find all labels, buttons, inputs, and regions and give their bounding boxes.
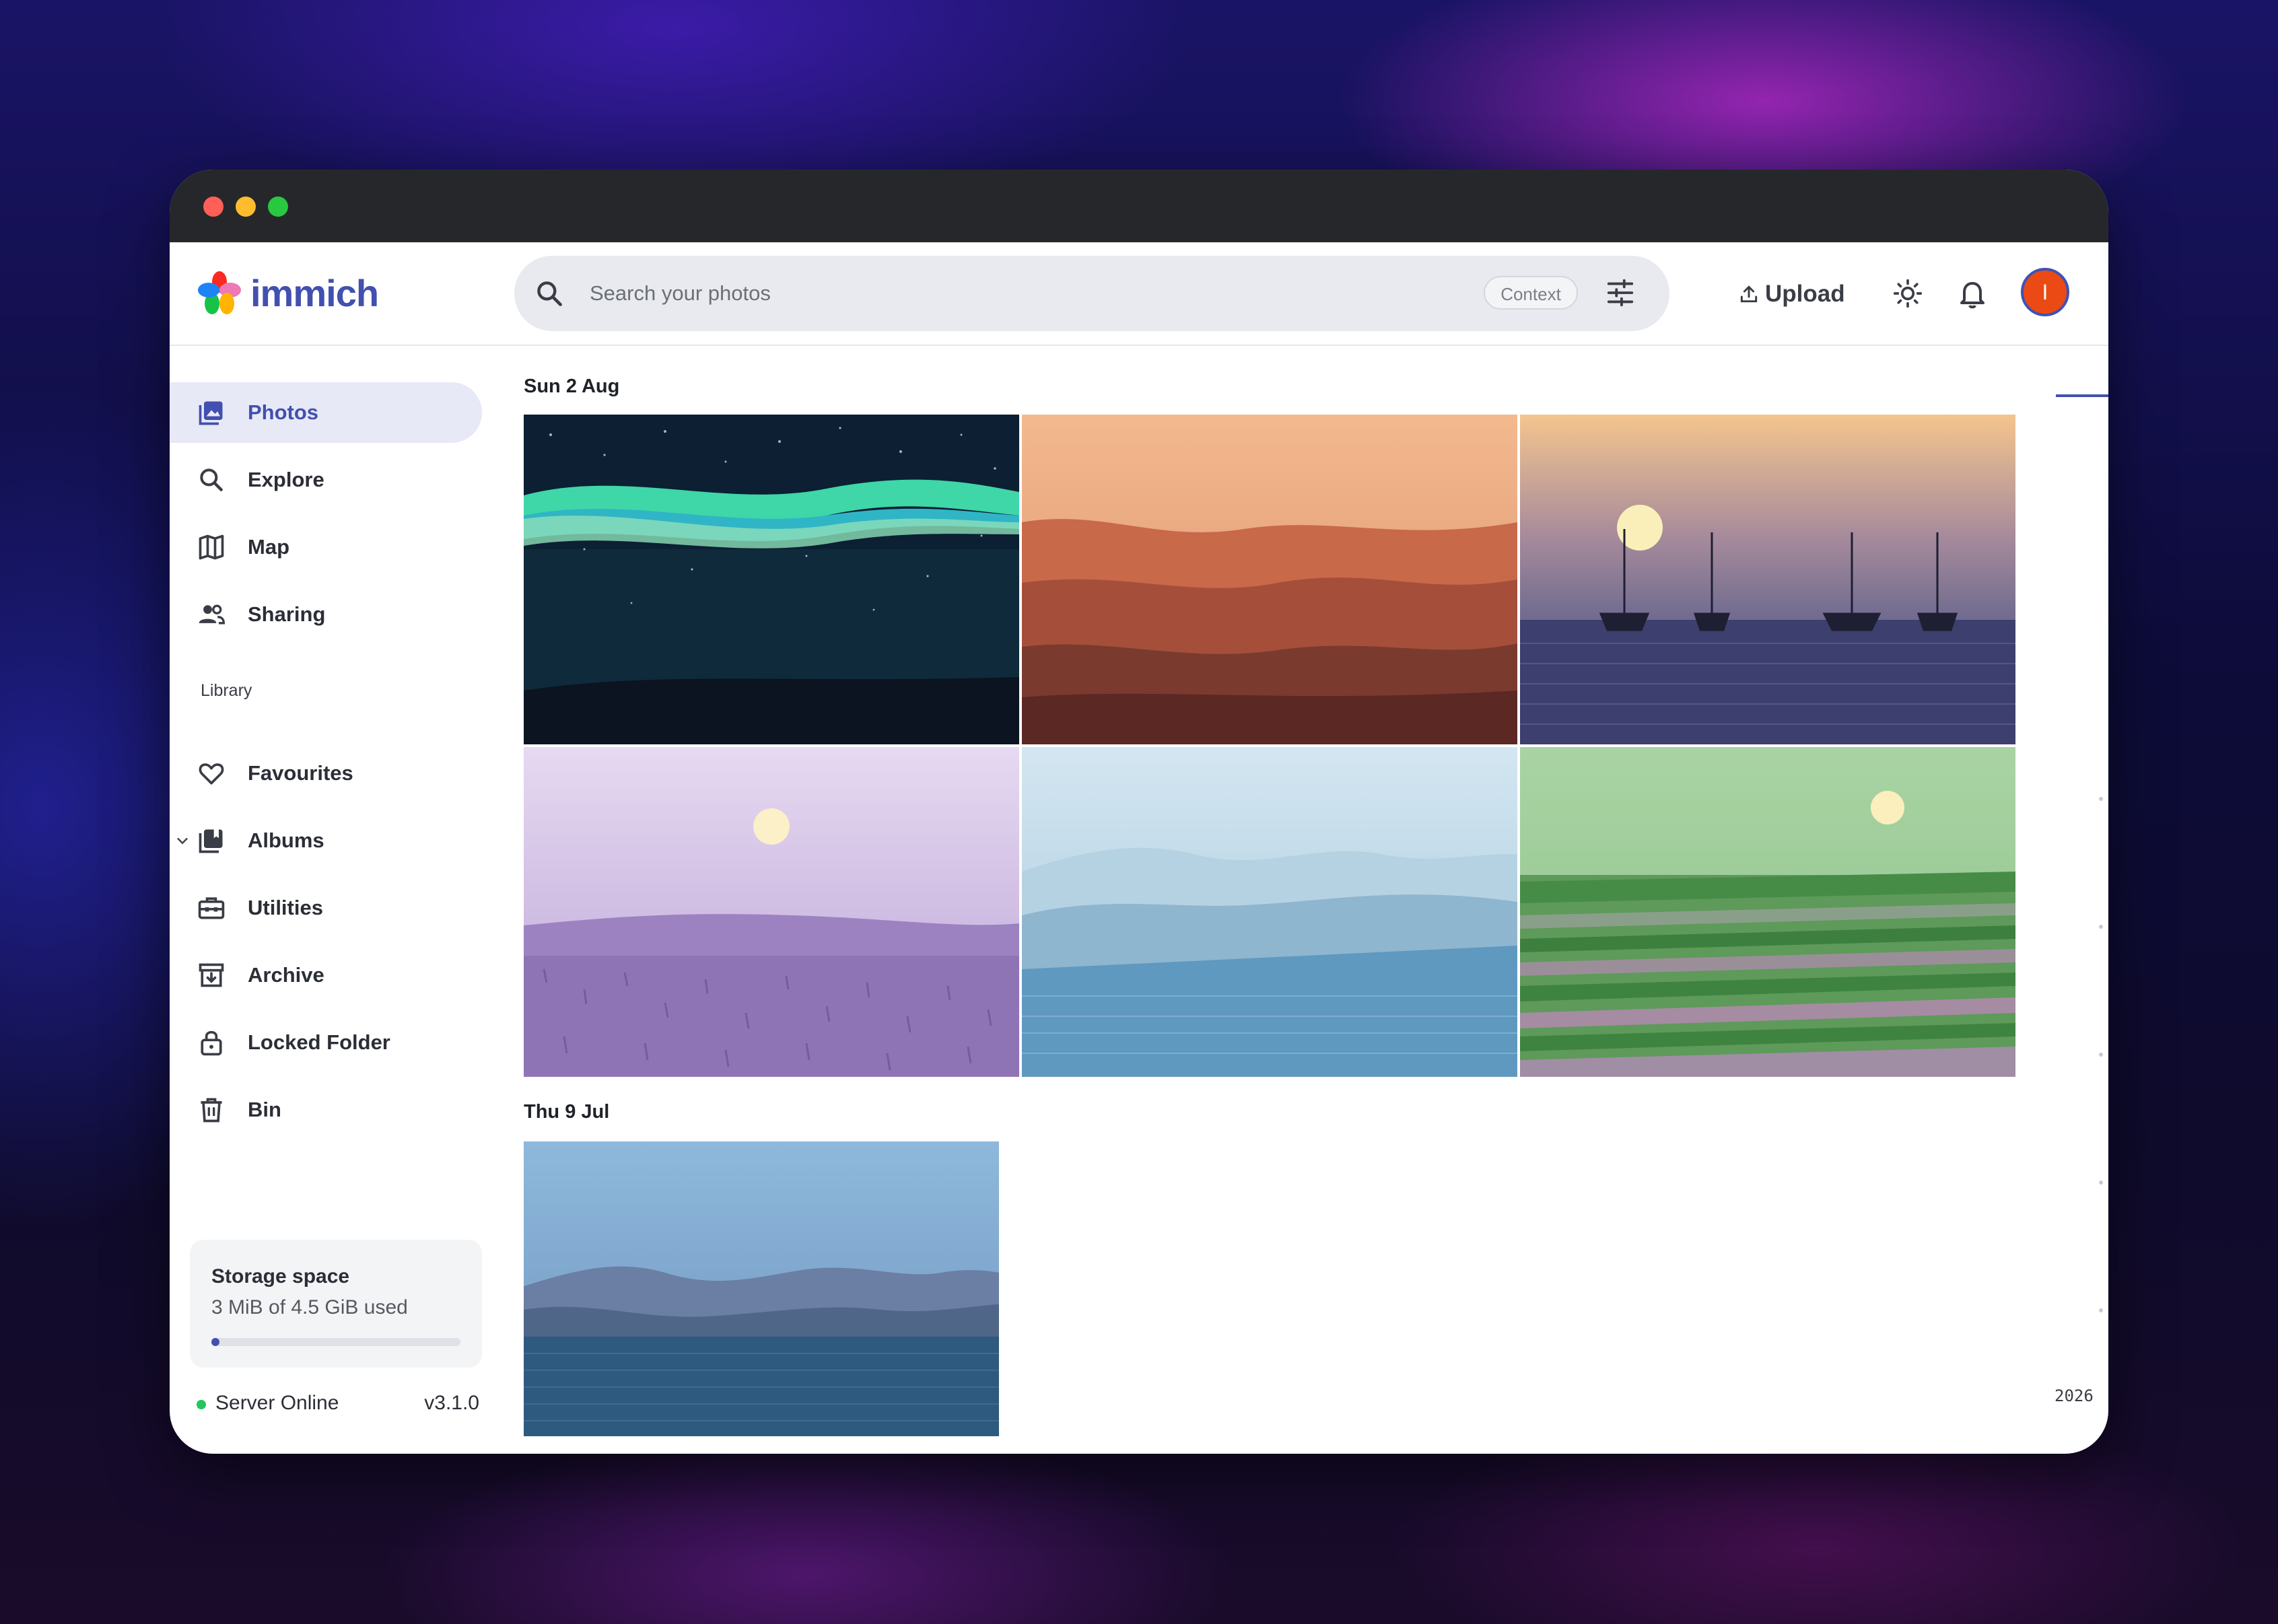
app-bar: immich Search your photos Context Upload… xyxy=(170,242,2108,346)
storage-card[interactable]: Storage space 3 MiB of 4.5 GiB used xyxy=(190,1240,482,1368)
trash-icon xyxy=(201,1098,222,1123)
sidebar-item-map[interactable]: Map xyxy=(170,517,482,577)
date-group-header[interactable]: Thu 9 Jul xyxy=(524,1101,609,1123)
sidebar-item-photos[interactable]: Photos xyxy=(170,382,482,443)
online-status-dot xyxy=(197,1400,206,1409)
storage-progress-bar xyxy=(211,1338,460,1346)
photo-thumbnail[interactable] xyxy=(1520,747,2015,1077)
notifications-bell-icon[interactable] xyxy=(1956,277,1989,310)
people-icon xyxy=(199,604,225,625)
sidebar-item-label: Utilities xyxy=(248,896,323,919)
search-input[interactable]: Search your photos xyxy=(590,281,771,306)
scrubber-month-dot xyxy=(2099,1180,2103,1185)
map-icon xyxy=(199,534,224,560)
sidebar-item-utilities[interactable]: Utilities xyxy=(170,878,482,938)
app-logo[interactable]: immich xyxy=(197,269,379,316)
server-status: Server Online v3.1.0 xyxy=(197,1392,479,1419)
photo-thumbnail[interactable] xyxy=(1520,415,2015,744)
scrubber-month-dot xyxy=(2099,1436,2103,1440)
scrubber-month-dot xyxy=(2099,925,2103,929)
photos-icon xyxy=(199,401,223,425)
blue-mountains-lake-photo xyxy=(524,1141,999,1436)
close-window-button[interactable] xyxy=(203,197,223,217)
photo-thumbnail[interactable] xyxy=(524,1141,999,1436)
archive-icon xyxy=(199,963,224,987)
user-avatar[interactable]: I xyxy=(2021,268,2069,316)
upload-button[interactable]: Upload xyxy=(1738,277,1845,311)
green-field-photo xyxy=(1520,747,2015,1077)
search-icon xyxy=(537,281,562,306)
album-icon xyxy=(199,829,223,853)
storage-used-text: 3 MiB of 4.5 GiB used xyxy=(211,1296,408,1318)
sidebar-item-locked-folder[interactable]: Locked Folder xyxy=(170,1012,482,1073)
desert-dunes-photo xyxy=(1022,415,1517,744)
sailboats-sunset-photo xyxy=(1520,415,2015,744)
toolbox-icon xyxy=(198,897,225,919)
library-section-label: Library xyxy=(201,681,252,700)
sidebar-item-explore[interactable]: Explore xyxy=(170,450,482,510)
sidebar-item-favourites[interactable]: Favourites xyxy=(170,743,482,804)
upload-icon xyxy=(1740,285,1758,303)
app-window: immich Search your photos Context Upload… xyxy=(170,170,2108,1454)
server-version[interactable]: v3.1.0 xyxy=(424,1392,479,1415)
scrubber-month-dot xyxy=(2099,797,2103,801)
search-icon xyxy=(200,468,223,491)
minimize-window-button[interactable] xyxy=(236,197,256,217)
photo-thumbnail[interactable] xyxy=(1022,415,1517,744)
scrubber-year-label: 2026 xyxy=(2055,1386,2094,1405)
upload-label: Upload xyxy=(1765,281,1845,307)
sidebar-item-label: Locked Folder xyxy=(248,1030,390,1054)
lavender-field-photo xyxy=(524,747,1019,1077)
photo-timeline: Sun 2 Aug Thu 9 Jul xyxy=(524,345,2038,1454)
storage-progress-fill xyxy=(211,1338,219,1346)
scrubber-month-dot xyxy=(2099,1308,2103,1312)
storage-title: Storage space xyxy=(211,1265,350,1287)
maximize-window-button[interactable] xyxy=(268,197,288,217)
sidebar-item-archive[interactable]: Archive xyxy=(170,945,482,1005)
scrubber-month-dot xyxy=(2099,1053,2103,1057)
scrubber-position-indicator xyxy=(2056,394,2108,397)
photo-thumbnail[interactable] xyxy=(1022,747,1517,1077)
app-name: immich xyxy=(250,271,379,314)
sidebar-item-label: Photos xyxy=(248,400,319,424)
sidebar-item-label: Map xyxy=(248,535,289,559)
immich-logo-icon xyxy=(198,271,241,314)
sidebar-item-bin[interactable]: Bin xyxy=(170,1080,482,1140)
sidebar-item-label: Explore xyxy=(248,468,324,491)
server-status-text: Server Online xyxy=(215,1392,339,1414)
sidebar-item-label: Bin xyxy=(248,1098,281,1121)
sidebar-item-label: Sharing xyxy=(248,602,326,626)
date-group-header[interactable]: Sun 2 Aug xyxy=(524,376,619,398)
lock-icon xyxy=(201,1030,222,1056)
photo-thumbnail[interactable] xyxy=(524,415,1019,744)
blue-waves-photo xyxy=(1022,747,1517,1077)
sidebar-item-label: Archive xyxy=(248,963,324,987)
heart-icon xyxy=(199,763,224,785)
chevron-down-icon[interactable] xyxy=(175,833,190,848)
sidebar-item-albums[interactable]: Albums xyxy=(170,810,482,871)
theme-toggle-icon[interactable] xyxy=(1893,279,1923,308)
sidebar-item-sharing[interactable]: Sharing xyxy=(170,584,482,645)
timeline-scrubber[interactable]: 2026 xyxy=(2048,345,2108,1454)
aurora-photo xyxy=(524,415,1019,744)
search-mode-chip[interactable]: Context xyxy=(1484,276,1578,310)
sidebar-item-label: Favourites xyxy=(248,761,353,785)
filter-tune-icon[interactable] xyxy=(1605,277,1636,308)
sidebar-item-label: Albums xyxy=(248,828,324,852)
title-bar xyxy=(170,170,2108,242)
photo-thumbnail[interactable] xyxy=(524,747,1019,1077)
search-bar[interactable]: Search your photos Context xyxy=(514,256,1669,331)
